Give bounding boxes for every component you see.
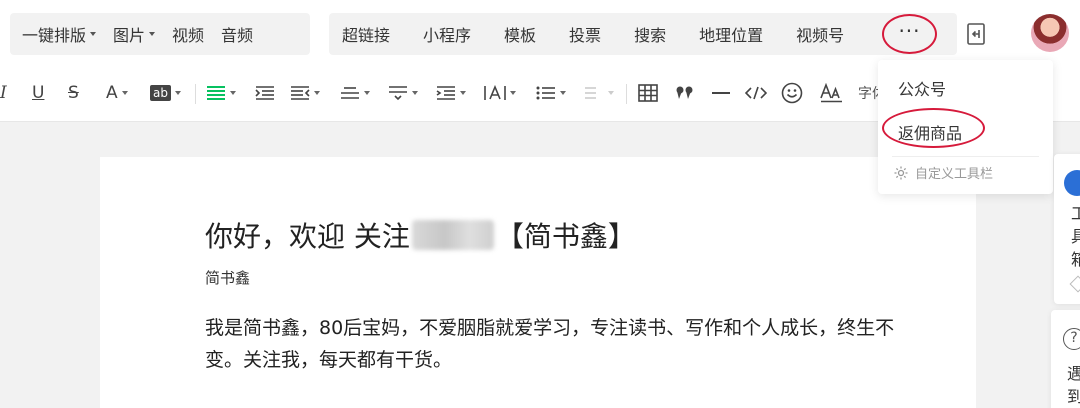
chevron-down-icon xyxy=(174,91,181,95)
emoji-button[interactable] xyxy=(781,82,803,104)
outdent-icon xyxy=(291,86,310,100)
channels-button[interactable]: 视频号 xyxy=(796,22,844,46)
help-side-panel[interactable]: ? 遇到 xyxy=(1051,310,1080,408)
image-button[interactable]: 图片 xyxy=(113,22,156,46)
more-button[interactable]: ··· xyxy=(882,14,937,54)
chevron-down-icon xyxy=(230,91,236,95)
insert-group-primary: 一键排版 图片 视频 音频 xyxy=(10,13,310,55)
strikethrough-button[interactable]: S xyxy=(68,82,79,104)
article-body[interactable]: 我是简书鑫，80后宝妈，不爱胭脂就爱学习，专注读书、写作和个人成长，终生不变。关… xyxy=(205,312,905,376)
italic-button[interactable]: I xyxy=(0,82,7,104)
chevron-down-icon xyxy=(364,91,370,95)
table-button[interactable] xyxy=(638,82,658,104)
first-line-indent-icon xyxy=(436,86,455,100)
font-color-label: A xyxy=(106,83,118,103)
paragraph-spacing-button[interactable] xyxy=(388,82,418,104)
align-left-button[interactable] xyxy=(206,82,236,104)
image-label: 图片 xyxy=(113,26,146,45)
highlight-button[interactable]: ab xyxy=(150,82,181,104)
chevron-down-icon xyxy=(510,91,516,95)
paragraph-spacing-icon xyxy=(389,86,407,101)
table-icon xyxy=(638,84,658,102)
menu-divider xyxy=(892,156,1039,157)
vote-button[interactable]: 投票 xyxy=(569,22,601,46)
blurred-text xyxy=(411,220,494,250)
article-title[interactable]: 你好，欢迎 关注 【简书鑫】 xyxy=(205,215,636,255)
chevron-down-icon xyxy=(121,91,128,95)
toolbox-side-panel[interactable]: 工具箱 xyxy=(1054,154,1080,304)
chevron-down-icon xyxy=(412,91,418,95)
menu-item-rebate-products[interactable]: 返佣商品 xyxy=(898,120,962,144)
chevron-down-icon xyxy=(90,32,97,36)
one-click-layout-label: 一键排版 xyxy=(22,26,87,45)
indent-icon xyxy=(255,86,274,100)
more-dropdown-menu: 公众号 返佣商品 自定义工具栏 xyxy=(878,60,1053,194)
format-painter-button[interactable] xyxy=(584,82,614,104)
chevron-down-icon xyxy=(560,91,566,95)
menu-item-official-account[interactable]: 公众号 xyxy=(898,76,946,100)
code-button[interactable] xyxy=(745,82,767,104)
bullet-list-icon xyxy=(536,86,555,100)
search-button[interactable]: 搜索 xyxy=(634,22,666,46)
font-size-aa-icon xyxy=(820,83,842,103)
video-button[interactable]: 视频 xyxy=(172,22,204,46)
exit-editor-icon[interactable] xyxy=(966,22,986,46)
letter-spacing-icon xyxy=(484,85,506,100)
horizontal-rule-icon xyxy=(712,92,730,94)
article-author[interactable]: 简书鑫 xyxy=(205,267,250,288)
highlight-label: ab xyxy=(150,85,171,101)
chevron-down-icon xyxy=(314,91,320,95)
format-painter-icon xyxy=(585,87,596,99)
line-height-icon xyxy=(341,87,359,99)
quote-button[interactable] xyxy=(676,82,694,104)
gear-icon xyxy=(894,166,908,179)
toolbar-divider xyxy=(626,84,627,104)
insert-group-secondary: 超链接 小程序 模板 投票 搜索 地理位置 视频号 xyxy=(329,13,957,55)
code-icon xyxy=(745,86,767,100)
outdent-button[interactable] xyxy=(290,82,320,104)
letter-spacing-button[interactable] xyxy=(484,82,516,104)
clear-format-button[interactable] xyxy=(820,82,844,104)
chevron-down-icon xyxy=(608,91,614,95)
diamond-icon xyxy=(1069,275,1080,293)
video-label: 视频 xyxy=(172,26,205,45)
audio-label: 音频 xyxy=(221,26,254,45)
location-button[interactable]: 地理位置 xyxy=(699,22,763,46)
top-toolbar: 一键排版 图片 视频 音频 超链接 小程序 模板 投票 搜索 地理位置 视频号 … xyxy=(0,0,1080,64)
indent-button[interactable] xyxy=(255,82,275,104)
font-color-button[interactable]: A xyxy=(106,82,128,104)
toolbar-divider xyxy=(195,84,196,104)
title-text-end: 【简书鑫】 xyxy=(495,220,636,253)
question-icon: ? xyxy=(1063,328,1080,350)
customize-toolbar-label: 自定义工具栏 xyxy=(915,167,994,182)
avatar[interactable] xyxy=(1031,14,1069,52)
title-text-start: 你好，欢迎 关注 xyxy=(205,220,410,253)
chevron-down-icon xyxy=(149,32,156,36)
underline-button[interactable]: U xyxy=(32,82,44,104)
editor-canvas[interactable]: 你好，欢迎 关注 【简书鑫】 简书鑫 我是简书鑫，80后宝妈，不爱胭脂就爱学习，… xyxy=(100,157,976,408)
bullet-list-button[interactable] xyxy=(536,82,566,104)
customize-toolbar-link[interactable]: 自定义工具栏 xyxy=(893,163,993,182)
chevron-down-icon xyxy=(460,91,466,95)
hyperlink-button[interactable]: 超链接 xyxy=(342,22,390,46)
help-label: 遇到 xyxy=(1067,364,1080,406)
mini-program-button[interactable]: 小程序 xyxy=(423,22,471,46)
one-click-layout-button[interactable]: 一键排版 xyxy=(22,22,97,46)
line-height-button[interactable] xyxy=(340,82,370,104)
audio-button[interactable]: 音频 xyxy=(221,22,253,46)
toolbox-label: 工具箱 xyxy=(1071,204,1080,269)
first-line-indent-button[interactable] xyxy=(436,82,466,104)
emoji-icon xyxy=(781,82,803,104)
quote-icon xyxy=(676,86,693,99)
toolbox-icon xyxy=(1064,170,1080,196)
template-button[interactable]: 模板 xyxy=(504,22,536,46)
divider-line-button[interactable] xyxy=(711,82,731,104)
align-left-icon xyxy=(207,86,225,100)
